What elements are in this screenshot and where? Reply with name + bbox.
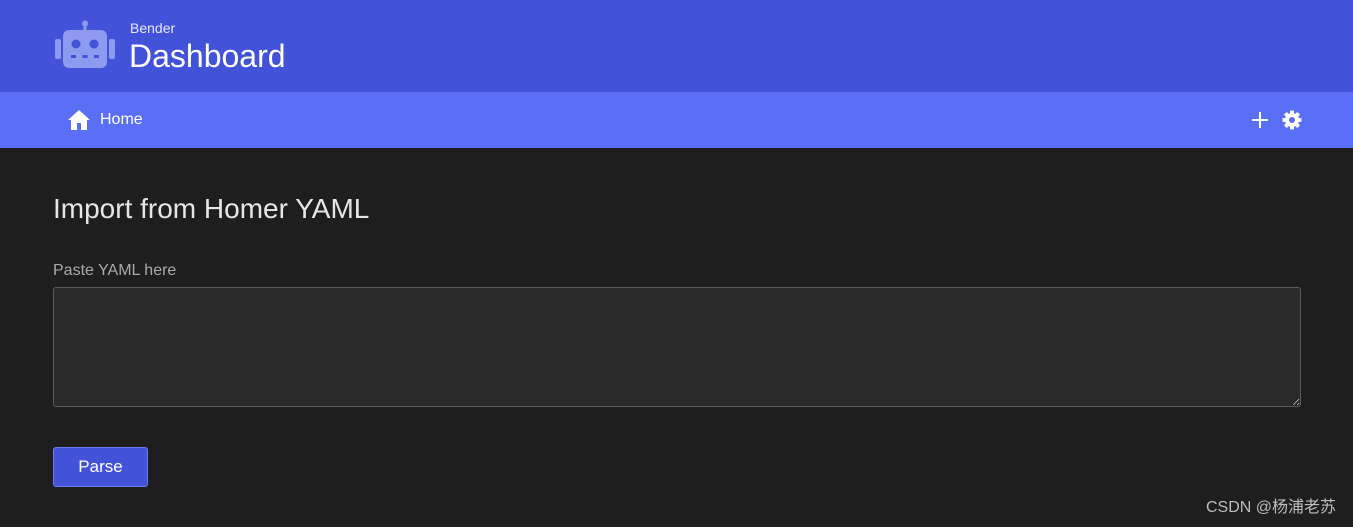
- page-title: Import from Homer YAML: [53, 193, 370, 224]
- watermark: CSDN @杨浦老苏: [1205, 499, 1336, 516]
- parse-button[interactable]: Parse: [53, 447, 148, 487]
- plus-icon: [1252, 112, 1268, 128]
- robot-icon: [55, 20, 115, 68]
- settings-button[interactable]: [1281, 109, 1303, 131]
- app-title: Dashboard: [129, 38, 286, 74]
- yaml-input[interactable]: [53, 287, 1301, 407]
- gear-icon: [1282, 110, 1302, 130]
- yaml-field-label: Paste YAML here: [53, 262, 177, 279]
- home-link[interactable]: Home: [67, 108, 143, 132]
- navbar: Home: [0, 92, 1353, 148]
- home-icon: [68, 110, 90, 130]
- app-subtitle: Bender: [130, 20, 176, 36]
- app-header: Bender Dashboard: [0, 0, 1353, 92]
- home-link-label: Home: [100, 111, 143, 128]
- navbar-actions: [1239, 108, 1303, 132]
- add-button[interactable]: [1249, 109, 1271, 131]
